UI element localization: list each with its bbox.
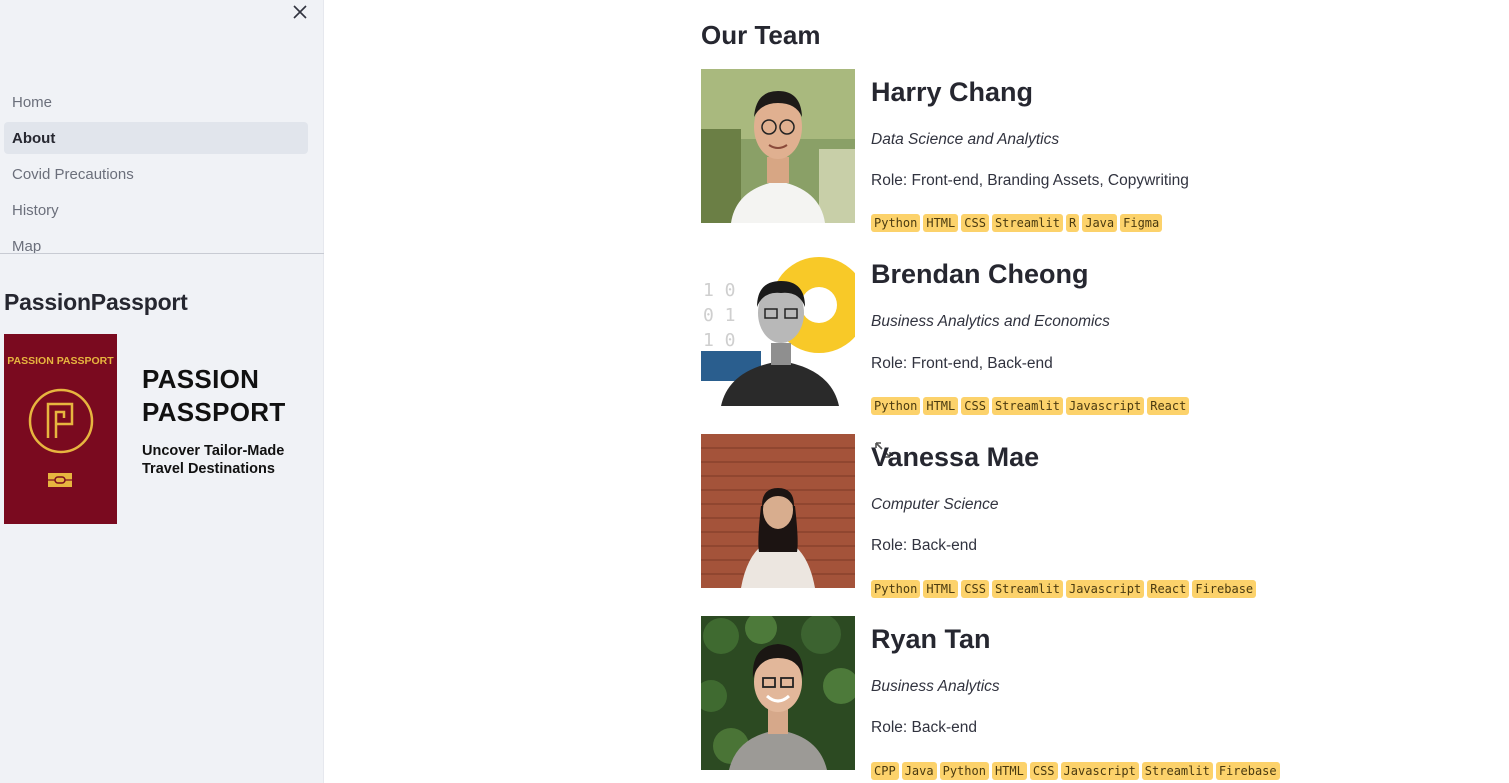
brand-logo: PASSION PASSPORT PASSION PASSPORT Uncove…	[4, 334, 304, 524]
skill-tag: HTML	[923, 397, 959, 415]
skill-tag: HTML	[923, 580, 959, 598]
brand-title: PassionPassport	[4, 289, 188, 315]
passport-cover-text: PASSION PASSPORT	[7, 355, 114, 367]
sidebar-nav: Home About Covid Precautions History Map	[4, 86, 308, 254]
skill-tags: Python HTML CSS Streamlit Javascript Rea…	[871, 397, 1190, 415]
skill-tag: Firebase	[1215, 762, 1280, 780]
nav-item-label: Home	[12, 93, 53, 111]
skill-tag: Python	[871, 397, 921, 415]
team-member-card: 1 0 0 1 1 0 Brendan Cheong Business Anal…	[701, 251, 1401, 421]
nav-item-label: About	[12, 129, 56, 147]
skill-tag: Javascript	[1065, 397, 1145, 415]
skill-tag: Python	[939, 762, 989, 780]
skill-tag: React	[1147, 397, 1190, 415]
nav-item-home[interactable]: Home	[4, 86, 308, 118]
skill-tag: Streamlit	[1141, 762, 1213, 780]
member-department: Data Science and Analytics	[871, 131, 1060, 148]
skill-tag: Java	[901, 762, 937, 780]
skill-tag: Java	[1082, 214, 1118, 232]
nav-item-map[interactable]: Map	[4, 230, 308, 255]
skill-tag: R	[1065, 214, 1080, 232]
skill-tag: Python	[871, 580, 921, 598]
skill-tags: Python HTML CSS Streamlit Javascript Rea…	[871, 580, 1257, 598]
nav-item-about[interactable]: About	[4, 122, 308, 154]
member-role: Role: Front-end, Branding Assets, Copywr…	[871, 172, 1189, 189]
member-name: Vanessa Mae	[871, 442, 1040, 472]
passport-emblem-icon	[28, 388, 94, 454]
svg-text:1 0: 1 0	[703, 330, 736, 351]
team-member-card: Ryan Tan Business Analytics Role: Back-e…	[701, 616, 1401, 783]
skill-tag: CSS	[1029, 762, 1058, 780]
team-member-card: Harry Chang Data Science and Analytics R…	[701, 69, 1401, 239]
close-icon	[293, 5, 307, 19]
skill-tag: Streamlit	[991, 580, 1063, 598]
sidebar: Home About Covid Precautions History Map…	[0, 0, 324, 783]
member-photo	[701, 69, 855, 223]
close-sidebar-button[interactable]	[288, 0, 312, 24]
member-role: Role: Back-end	[871, 719, 977, 736]
page-title: Our Team	[701, 20, 821, 50]
member-department: Business Analytics and Economics	[871, 313, 1110, 330]
nav-item-history[interactable]: History	[4, 194, 308, 226]
logo-tagline: Uncover Tailor-Made Travel Destinations	[142, 443, 285, 477]
skill-tags: CPP Java Python HTML CSS Javascript Stre…	[871, 762, 1280, 780]
passport-chip-icon	[48, 473, 72, 487]
skill-tag: Figma	[1120, 214, 1163, 232]
member-name: Harry Chang	[871, 77, 1034, 107]
skill-tags: Python HTML CSS Streamlit R Java Figma	[871, 214, 1163, 232]
member-department: Business Analytics	[871, 678, 1000, 695]
skill-tag: Python	[871, 214, 921, 232]
nav-item-label: Map	[12, 237, 42, 255]
member-name: Brendan Cheong	[871, 259, 1089, 289]
member-photo	[701, 434, 855, 588]
skill-tag: Streamlit	[991, 397, 1063, 415]
skill-tag: HTML	[923, 214, 959, 232]
member-role: Role: Front-end, Back-end	[871, 355, 1053, 372]
skill-tag: CSS	[961, 580, 989, 598]
nav-item-label: Covid Precautions	[12, 165, 134, 183]
skill-tag: Javascript	[1065, 580, 1145, 598]
skill-tag: React	[1147, 580, 1190, 598]
nav-item-covid-precautions[interactable]: Covid Precautions	[4, 158, 308, 190]
skill-tag: CSS	[961, 214, 989, 232]
nav-divider	[0, 253, 324, 254]
svg-text:0 1: 0 1	[703, 305, 736, 326]
skill-tag: HTML	[991, 762, 1027, 780]
skill-tag: CSS	[961, 397, 989, 415]
nav-item-label: History	[12, 201, 59, 219]
member-role: Role: Back-end	[871, 537, 977, 554]
member-name: Ryan Tan	[871, 624, 991, 654]
team-member-card: Vanessa Mae Computer Science Role: Back-…	[701, 434, 1401, 604]
skill-tag: Firebase	[1192, 580, 1257, 598]
logo-wordmark: PASSION PASSPORT	[142, 364, 286, 427]
member-photo	[701, 616, 855, 770]
skill-tag: Javascript	[1060, 762, 1139, 780]
passport-cover-image: PASSION PASSPORT	[4, 334, 117, 524]
svg-text:1 0: 1 0	[703, 280, 736, 301]
member-department: Computer Science	[871, 496, 999, 513]
member-photo: 1 0 0 1 1 0	[701, 251, 855, 406]
skill-tag: CPP	[871, 762, 899, 780]
skill-tag: Streamlit	[991, 214, 1063, 232]
